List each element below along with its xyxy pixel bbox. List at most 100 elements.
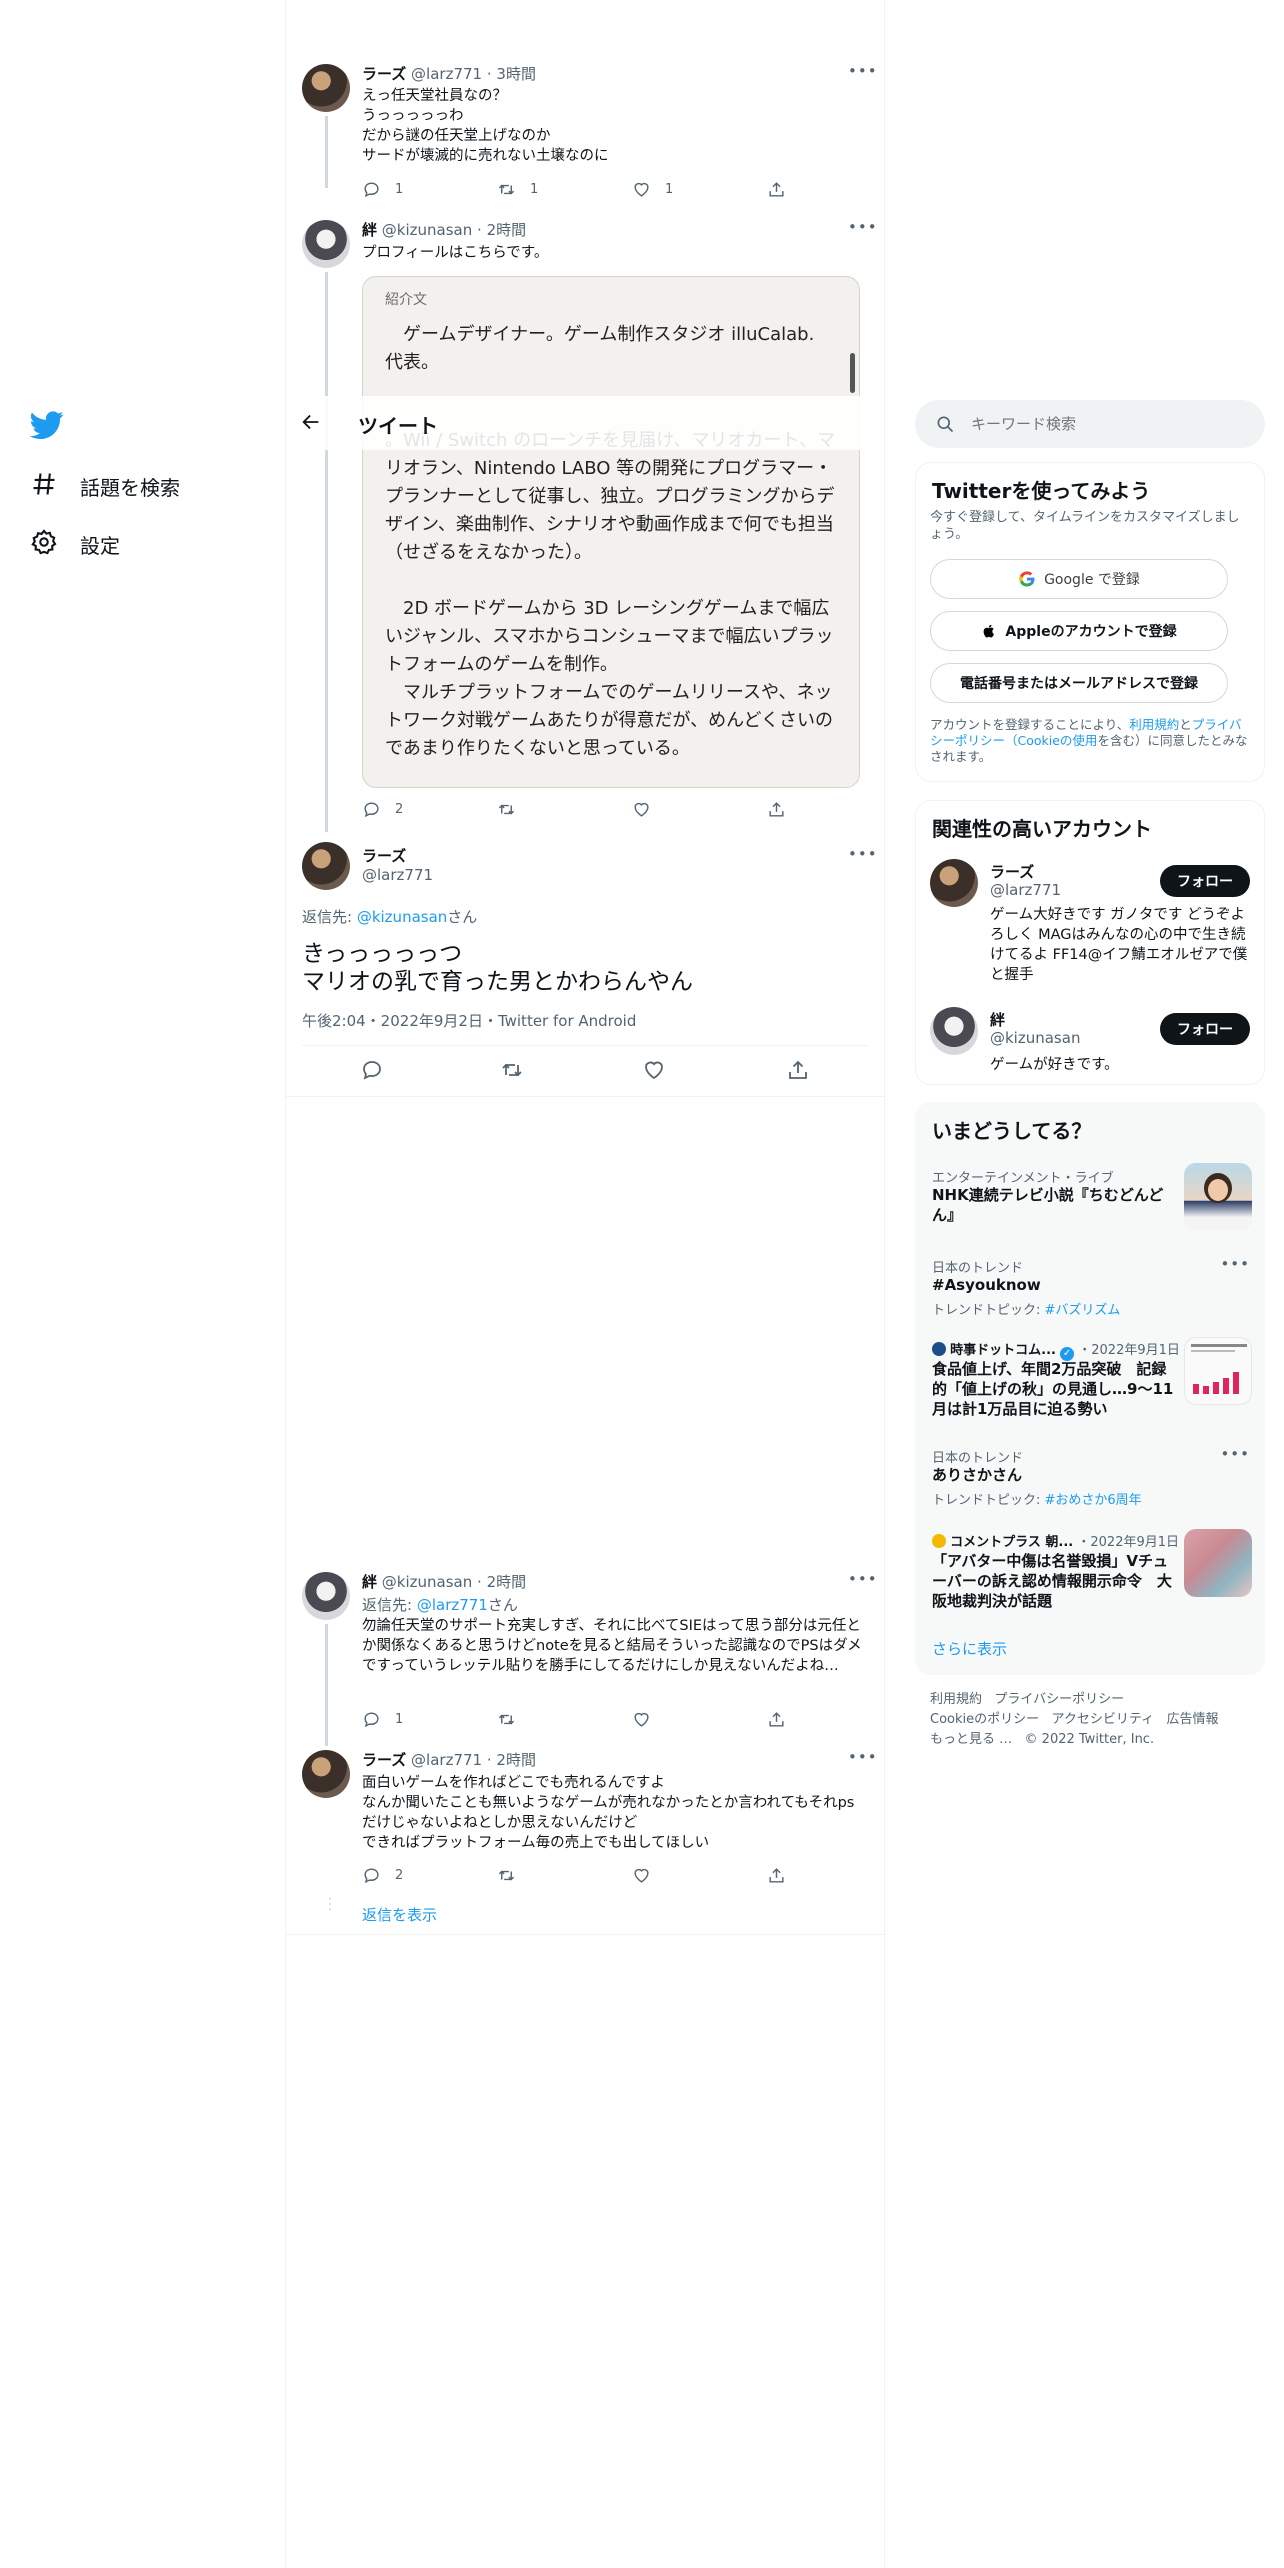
- avatar[interactable]: [930, 859, 978, 907]
- avatar[interactable]: [302, 1572, 350, 1620]
- trend-thumbnail: [1184, 1337, 1252, 1405]
- author-handle[interactable]: @kizunasan: [382, 221, 472, 239]
- share-button[interactable]: [767, 1710, 786, 1729]
- share-button[interactable]: [767, 1866, 786, 1885]
- avatar[interactable]: [302, 64, 350, 112]
- trend-topic-link[interactable]: #おめさか6周年: [1045, 1493, 1142, 1508]
- apple-signup-button[interactable]: Appleのアカウントで登録: [930, 611, 1228, 651]
- retweet-icon: [498, 1870, 515, 1881]
- trend-item[interactable]: 日本のトレンド ありさかさん トレンドトピック: #おめさか6周年 •••: [916, 1443, 1266, 1513]
- author-name[interactable]: 絆: [362, 1573, 377, 1591]
- google-icon: [1019, 571, 1035, 587]
- footer-more-link[interactable]: もっと見る …: [930, 1732, 1012, 1747]
- avatar[interactable]: [930, 1007, 978, 1055]
- like-button[interactable]: [632, 1710, 651, 1729]
- author-handle[interactable]: @larz771: [411, 1751, 482, 1769]
- author-name[interactable]: ラーズ: [362, 65, 406, 83]
- page-title: ツイート: [358, 414, 438, 438]
- footer-link[interactable]: アクセシビリティ: [1052, 1712, 1155, 1727]
- reply-button[interactable]: 1: [362, 180, 403, 199]
- retweet-icon: [498, 1714, 515, 1725]
- search-bar[interactable]: [915, 400, 1265, 448]
- tweet-time[interactable]: 2時間: [496, 1751, 536, 1769]
- account-bio: ゲームが好きです。: [990, 1057, 1119, 1073]
- more-icon[interactable]: •••: [848, 1570, 878, 1588]
- nav-settings-label: 設定: [80, 534, 120, 558]
- footer-link[interactable]: 広告情報: [1167, 1712, 1219, 1727]
- trends-title: いまどうしてる？: [932, 1119, 1092, 1143]
- author-name[interactable]: 絆: [362, 221, 377, 239]
- tweet-time[interactable]: 2時間: [487, 1573, 527, 1591]
- nav-settings[interactable]: 設定: [30, 528, 120, 561]
- trend-item[interactable]: 時事ドットコム... ✓ ・2022年9月1日 食品値上げ、年間2万品突破 記録…: [916, 1335, 1266, 1425]
- tweet-header: 絆 @kizunasan · 2時間: [362, 221, 527, 239]
- author-handle[interactable]: @kizunasan: [382, 1573, 472, 1591]
- share-button[interactable]: [767, 180, 786, 199]
- tweet-header: 絆 @kizunasan · 2時間: [362, 1573, 527, 1591]
- trend-topic-link[interactable]: #バズリズム: [1045, 1303, 1121, 1318]
- retweet-icon[interactable]: [500, 1058, 524, 1086]
- share-button[interactable]: [767, 800, 786, 819]
- trend-item[interactable]: コメントプラス 朝... ・2022年9月1日 「アバター中傷は名誉毀損」Vチュ…: [916, 1527, 1266, 1617]
- reply-button[interactable]: 1: [362, 1710, 403, 1729]
- terms-link[interactable]: 利用規約: [1129, 717, 1179, 732]
- more-icon[interactable]: •••: [848, 62, 878, 80]
- author-name[interactable]: ラーズ: [362, 1751, 406, 1769]
- copyright: © 2022 Twitter, Inc.: [1024, 1732, 1155, 1747]
- account-name[interactable]: ラーズ: [990, 861, 1034, 882]
- twitter-logo-icon[interactable]: [29, 408, 64, 446]
- author-handle[interactable]: @larz771: [411, 65, 482, 83]
- trend-item[interactable]: エンターテインメント・ライブ NHK連続テレビ小説『ちむどんどん』: [916, 1163, 1266, 1239]
- tweet-text: きっっっっっつ マリオの乳で育った男とかわらんやん: [302, 941, 693, 995]
- like-button[interactable]: 1: [632, 180, 673, 199]
- avatar[interactable]: [302, 842, 350, 890]
- author-handle[interactable]: @larz771: [362, 866, 433, 884]
- like-button[interactable]: [632, 800, 651, 819]
- reply-button[interactable]: 2: [362, 1866, 403, 1885]
- more-icon[interactable]: •••: [848, 1748, 878, 1766]
- account-handle[interactable]: @kizunasan: [990, 1029, 1080, 1047]
- more-icon[interactable]: •••: [848, 845, 878, 863]
- show-more-link[interactable]: さらに表示: [932, 1638, 1007, 1659]
- trend-item[interactable]: 日本のトレンド #Asyouknow トレンドトピック: #バズリズム •••: [916, 1253, 1266, 1323]
- account-name[interactable]: 絆: [990, 1009, 1005, 1030]
- retweet-button[interactable]: [497, 800, 516, 819]
- follow-button[interactable]: フォロー: [1160, 865, 1250, 897]
- footer-link[interactable]: プライバシーポリシー: [994, 1692, 1124, 1707]
- reply-icon[interactable]: [360, 1058, 384, 1086]
- nav-explore[interactable]: 話題を検索: [30, 470, 180, 503]
- signup-card: Twitterを使ってみよう 今すぐ登録して、タイムラインをカスタマイズしましょ…: [915, 462, 1265, 782]
- tweet-time[interactable]: 3時間: [496, 65, 536, 83]
- reply-button[interactable]: 2: [362, 800, 403, 819]
- retweet-button[interactable]: 1: [497, 180, 538, 199]
- reply-mention-link[interactable]: @kizunasan: [357, 908, 447, 926]
- retweet-button[interactable]: [497, 1710, 516, 1729]
- more-icon[interactable]: •••: [1220, 1445, 1250, 1463]
- search-input[interactable]: [971, 412, 1241, 436]
- tweet-meta[interactable]: 午後2:04・2022年9月2日・Twitter for Android: [302, 1010, 636, 1031]
- tweet-time[interactable]: 2時間: [487, 221, 527, 239]
- google-signup-button[interactable]: Google で登録: [930, 559, 1228, 599]
- footer-link[interactable]: 利用規約: [930, 1692, 982, 1707]
- footer-link[interactable]: Cookieのポリシー: [930, 1712, 1039, 1727]
- phone-email-signup-button[interactable]: 電話番号またはメールアドレスで登録: [930, 663, 1228, 703]
- avatar[interactable]: [302, 1750, 350, 1798]
- heart-icon[interactable]: [642, 1058, 666, 1086]
- retweet-button[interactable]: [497, 1866, 516, 1885]
- related-accounts-card: 関連性の高いアカウント ラーズ @larz771 フォロー ゲーム大好きです ガ…: [915, 800, 1265, 1085]
- divider: [286, 1934, 884, 1935]
- profile-card-image[interactable]: 紹介文 ゲームデザイナー。ゲーム制作スタジオ illuCalab. 代表。 。W…: [362, 276, 860, 788]
- reply-mention-link[interactable]: @larz771: [417, 1596, 488, 1614]
- back-arrow-icon[interactable]: [300, 411, 322, 437]
- follow-button[interactable]: フォロー: [1160, 1013, 1250, 1045]
- show-replies-link[interactable]: 返信を表示: [362, 1904, 437, 1925]
- more-icon[interactable]: •••: [848, 218, 878, 236]
- account-handle[interactable]: @larz771: [990, 881, 1061, 899]
- share-icon[interactable]: [786, 1058, 810, 1086]
- related-title: 関連性の高いアカウント: [932, 817, 1152, 841]
- author-name[interactable]: ラーズ: [362, 845, 406, 866]
- more-icon[interactable]: •••: [1220, 1255, 1250, 1273]
- avatar[interactable]: [302, 220, 350, 268]
- like-button[interactable]: [632, 1866, 651, 1885]
- share-icon: [769, 1712, 784, 1727]
